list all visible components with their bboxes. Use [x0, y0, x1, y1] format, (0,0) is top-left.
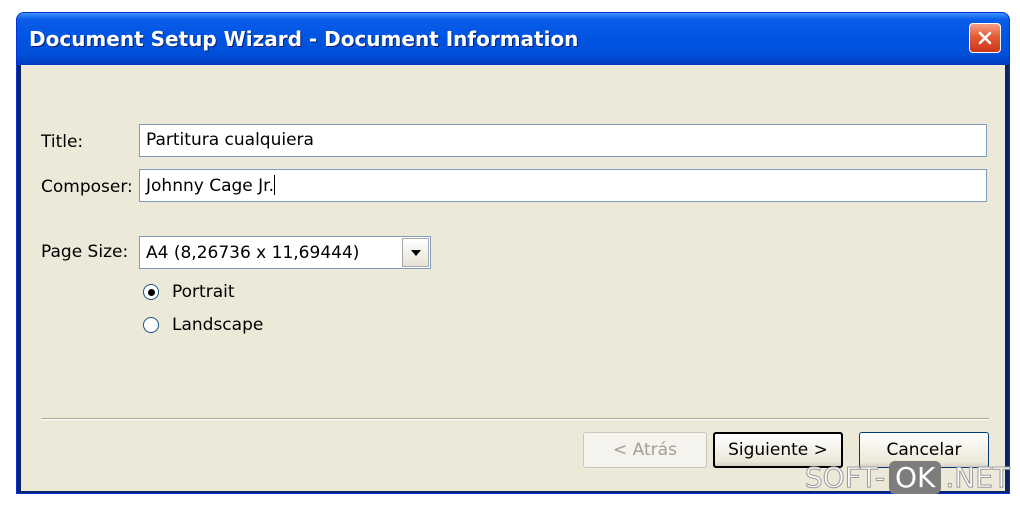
radio-dot	[147, 288, 155, 296]
close-button[interactable]	[969, 23, 1001, 53]
composer-input[interactable]: Johnny Cage Jr.	[139, 169, 987, 202]
chevron-down-icon	[410, 249, 421, 256]
radio-landscape[interactable]: Landscape	[143, 314, 263, 336]
close-icon	[978, 31, 992, 45]
window-title: Document Setup Wizard - Document Informa…	[29, 27, 579, 51]
radio-button-selected[interactable]	[143, 284, 159, 300]
watermark-part-1: SOFT-	[804, 460, 885, 494]
watermark-part-2: OK	[888, 460, 942, 494]
wizard-window: Document Setup Wizard - Document Informa…	[16, 12, 1010, 494]
watermark-part-3: .NET	[945, 460, 1011, 494]
text-caret	[274, 175, 275, 195]
portrait-label: Portrait	[172, 282, 235, 302]
composer-label: Composer:	[41, 177, 133, 197]
dialog-body: Title: Partitura cualquiera Composer: Jo…	[21, 65, 1005, 491]
composer-input-value: Johnny Cage Jr.	[146, 176, 274, 196]
dropdown-button[interactable]	[402, 238, 429, 267]
back-button[interactable]: < Atrás	[583, 432, 707, 468]
title-label: Title:	[41, 132, 84, 152]
title-input[interactable]: Partitura cualquiera	[139, 124, 987, 157]
radio-portrait[interactable]: Portrait	[143, 281, 235, 303]
page-size-value: A4 (8,26736 x 11,69444)	[146, 243, 360, 263]
landscape-label: Landscape	[172, 315, 264, 335]
page-size-select[interactable]: A4 (8,26736 x 11,69444)	[139, 236, 431, 269]
radio-button[interactable]	[143, 317, 159, 333]
title-bar[interactable]: Document Setup Wizard - Document Informa…	[17, 13, 1009, 65]
page-size-label: Page Size:	[41, 242, 129, 262]
divider	[41, 418, 989, 420]
title-input-value: Partitura cualquiera	[146, 130, 314, 150]
watermark: SOFT- OK .NET	[804, 458, 1011, 496]
